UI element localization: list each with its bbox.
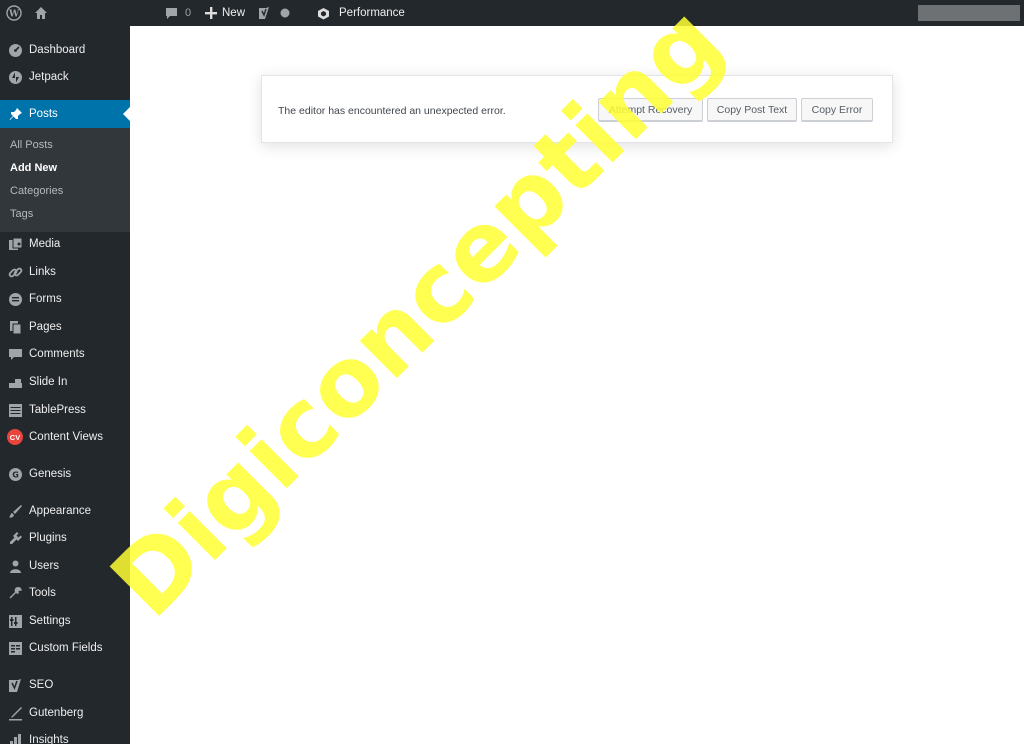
menu-label: Comments: [29, 348, 85, 360]
menu-label: Jetpack: [29, 71, 69, 83]
copy-error-button[interactable]: Copy Error: [801, 98, 873, 122]
menu-links[interactable]: Links: [0, 259, 130, 285]
menu-label: Users: [29, 560, 60, 572]
menu-jetpack[interactable]: Jetpack: [0, 64, 130, 90]
menu-label: Content Views: [29, 431, 103, 443]
plugin-icon: [7, 530, 23, 546]
menu-tools[interactable]: Tools: [0, 580, 130, 606]
menu-pages[interactable]: Pages: [0, 314, 130, 340]
submenu-add-new[interactable]: Add New: [10, 162, 57, 174]
menu-forms[interactable]: Forms: [0, 286, 130, 312]
menu-media[interactable]: Media: [0, 231, 130, 257]
menu-appearance[interactable]: Appearance: [0, 498, 130, 524]
editor-error-notice: The editor has encountered an unexpected…: [261, 75, 893, 143]
performance-label: Performance: [339, 7, 405, 19]
copy-post-text-button[interactable]: Copy Post Text: [707, 98, 797, 122]
menu-label: Forms: [29, 293, 62, 305]
svg-text:G: G: [12, 470, 19, 479]
cv-badge: CV: [7, 429, 23, 445]
gutenberg-icon: [7, 705, 23, 721]
menu-label: Settings: [29, 615, 71, 627]
menu-custom-fields[interactable]: Custom Fields: [0, 635, 130, 661]
yoast-seo-button[interactable]: [257, 0, 271, 26]
settings-icon: [7, 613, 23, 629]
paintbrush-icon: [7, 503, 23, 519]
genesis-icon: G: [7, 466, 23, 482]
menu-label: Insights: [29, 734, 69, 744]
insights-icon: [7, 732, 23, 744]
new-content-button[interactable]: New: [205, 0, 245, 26]
site-home-button[interactable]: [34, 0, 48, 26]
menu-label: Slide In: [29, 376, 68, 388]
menu-label: Custom Fields: [29, 642, 103, 654]
menu-users[interactable]: Users: [0, 553, 130, 579]
comments-count: 0: [185, 7, 192, 19]
menu-settings[interactable]: Settings: [0, 608, 130, 634]
link-icon: [7, 264, 23, 280]
menu-label: Links: [29, 266, 56, 278]
menu-genesis[interactable]: G Genesis: [0, 461, 130, 487]
wrench-icon: [7, 585, 23, 601]
menu-label: TablePress: [29, 404, 86, 416]
menu-label: Gutenberg: [29, 707, 84, 719]
admin-bar-account-area[interactable]: [918, 5, 1020, 21]
jetpack-icon: [7, 69, 23, 85]
slide-in-icon: [7, 374, 23, 390]
menu-label: Dashboard: [29, 44, 86, 56]
pages-icon: [7, 319, 23, 335]
user-icon: [7, 558, 23, 574]
menu-label: Appearance: [29, 505, 92, 517]
custom-fields-icon: [7, 640, 23, 656]
menu-plugins[interactable]: Plugins: [0, 525, 130, 551]
dashboard-icon: [7, 42, 23, 58]
active-menu-arrow: [123, 107, 130, 121]
menu-slide-in[interactable]: Slide In: [0, 369, 130, 395]
comment-icon: [7, 346, 23, 362]
menu-label: Posts: [29, 108, 58, 120]
media-icon: [7, 236, 23, 252]
submenu-all-posts[interactable]: All Posts: [10, 139, 53, 151]
menu-label: Media: [29, 238, 61, 250]
menu-posts[interactable]: Posts: [0, 100, 130, 128]
error-message: The editor has encountered an unexpected…: [278, 105, 506, 117]
wordpress-logo-button[interactable]: W: [6, 0, 22, 26]
table-icon: [7, 402, 23, 418]
performance-icon: [317, 7, 330, 20]
svg-text:W: W: [8, 10, 20, 20]
submenu-categories[interactable]: Categories: [10, 185, 63, 197]
admin-sidebar: Dashboard Jetpack Posts All Posts Add Ne…: [0, 26, 130, 744]
comment-bubble-icon: [165, 7, 178, 20]
new-label: New: [222, 7, 246, 19]
menu-gutenberg[interactable]: Gutenberg: [0, 700, 130, 726]
menu-label: Pages: [29, 321, 62, 333]
yoast-icon: [257, 6, 271, 20]
submenu-tags[interactable]: Tags: [10, 208, 33, 220]
menu-content-views[interactable]: CV Content Views: [0, 424, 130, 450]
menu-dashboard[interactable]: Dashboard: [0, 37, 130, 63]
menu-comments[interactable]: Comments: [0, 341, 130, 367]
menu-seo[interactable]: SEO: [0, 672, 130, 698]
posts-submenu: All Posts Add New Categories Tags: [0, 128, 130, 232]
pin-icon: [7, 106, 23, 122]
yoast-icon: [7, 677, 23, 693]
menu-label: Genesis: [29, 468, 72, 480]
wordpress-logo-icon: W: [6, 5, 22, 21]
status-dot-icon: [280, 8, 290, 18]
attempt-recovery-button[interactable]: Attempt Recovery: [598, 98, 703, 122]
menu-label: Tools: [29, 587, 56, 599]
menu-insights[interactable]: Insights: [0, 727, 130, 744]
admin-bar: W 0 New Performance: [0, 0, 1024, 26]
performance-button[interactable]: Performance: [317, 0, 405, 26]
menu-tablepress[interactable]: TablePress: [0, 397, 130, 423]
cv-icon: CV: [7, 429, 23, 445]
plus-icon: [205, 7, 217, 19]
home-icon: [34, 6, 48, 20]
seo-score-indicator: [280, 0, 290, 26]
menu-label: SEO: [29, 679, 54, 691]
menu-label: Plugins: [29, 532, 67, 544]
forms-icon: [7, 291, 23, 307]
comments-button[interactable]: 0: [165, 0, 191, 26]
